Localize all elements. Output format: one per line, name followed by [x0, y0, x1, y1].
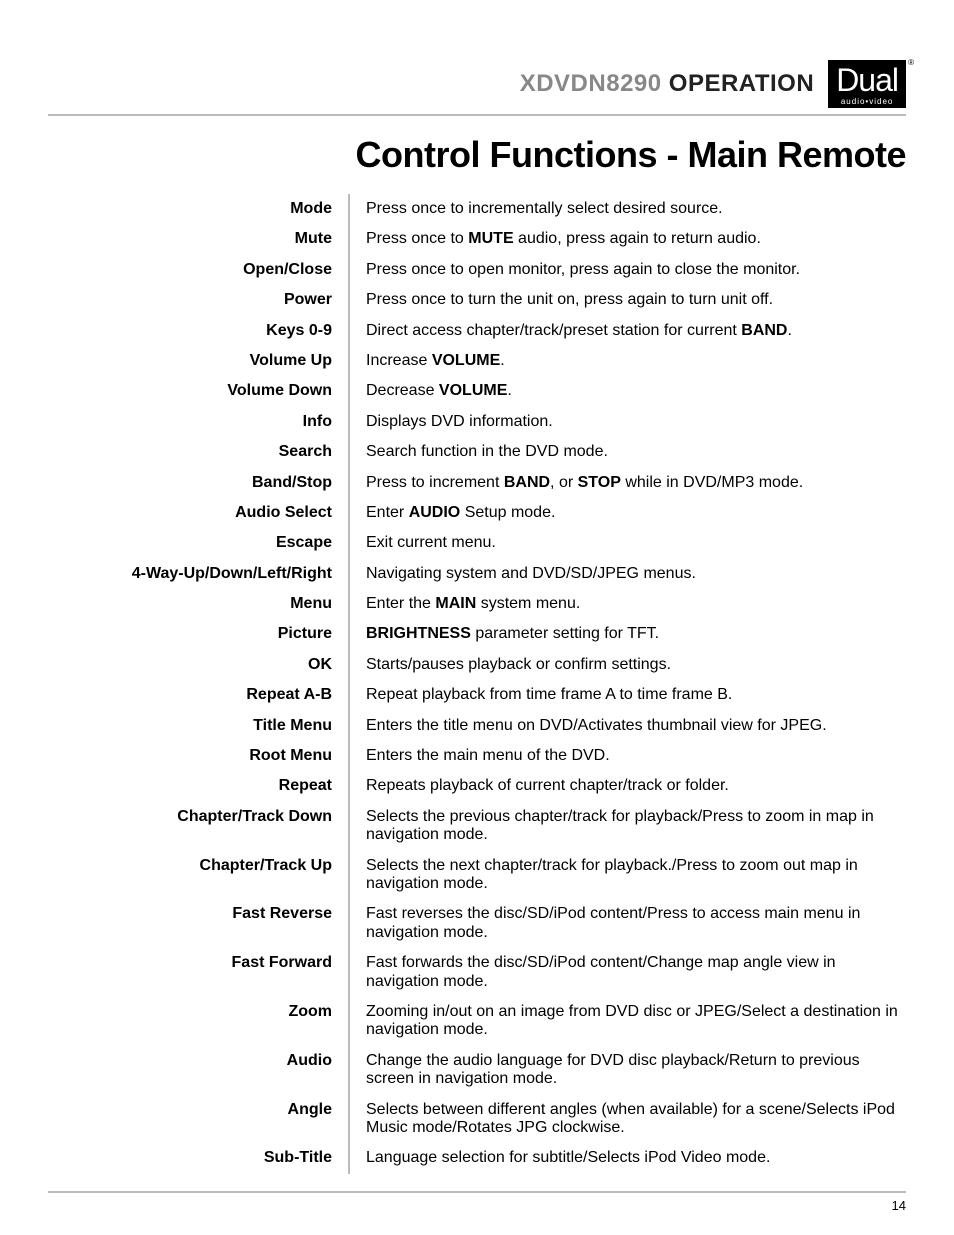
document-page: XDVDN8290 OPERATION Dual audio•video ® C… [0, 0, 954, 1235]
function-description: Search function in the DVD mode. [348, 437, 906, 467]
function-row: Chapter/Track DownSelects the previous c… [48, 802, 906, 851]
function-row: Root MenuEnters the main menu of the DVD… [48, 741, 906, 771]
header-title: XDVDN8290 OPERATION [520, 70, 814, 98]
function-description: Repeat playback from time frame A to tim… [348, 680, 906, 710]
function-label: Volume Up [48, 346, 348, 376]
function-description: Press to increment BAND, or STOP while i… [348, 468, 906, 498]
function-label: Volume Down [48, 376, 348, 406]
function-row: AngleSelects between different angles (w… [48, 1095, 906, 1144]
function-label: OK [48, 650, 348, 680]
function-label: Keys 0-9 [48, 316, 348, 346]
function-description: Selects the previous chapter/track for p… [348, 802, 906, 851]
page-number: 14 [892, 1198, 906, 1213]
header-divider [48, 114, 906, 116]
operation-label: OPERATION [669, 70, 814, 97]
function-label: Fast Reverse [48, 899, 348, 929]
function-label: Mute [48, 224, 348, 254]
function-row: EscapeExit current menu. [48, 528, 906, 558]
function-description: Exit current menu. [348, 528, 906, 558]
function-label: Sub-Title [48, 1143, 348, 1173]
function-label: 4-Way-Up/Down/Left/Right [48, 559, 348, 589]
function-description: Enters the main menu of the DVD. [348, 741, 906, 771]
function-label: Chapter/Track Up [48, 851, 348, 881]
footer-divider [48, 1191, 906, 1193]
function-row: InfoDisplays DVD information. [48, 407, 906, 437]
function-row: Repeat A-BRepeat playback from time fram… [48, 680, 906, 710]
function-description: Displays DVD information. [348, 407, 906, 437]
function-label: Open/Close [48, 255, 348, 285]
function-description: Selects the next chapter/track for playb… [348, 851, 906, 900]
function-description: Enter the MAIN system menu. [348, 589, 906, 619]
page-header: XDVDN8290 OPERATION Dual audio•video ® [48, 60, 906, 108]
function-row: Volume DownDecrease VOLUME. [48, 376, 906, 406]
function-description: Press once to incrementally select desir… [348, 194, 906, 224]
function-label: Search [48, 437, 348, 467]
function-row: Keys 0-9Direct access chapter/track/pres… [48, 316, 906, 346]
brand-logo: Dual audio•video ® [828, 60, 906, 108]
function-description: Increase VOLUME. [348, 346, 906, 376]
function-row: RepeatRepeats playback of current chapte… [48, 771, 906, 801]
function-row: MutePress once to MUTE audio, press agai… [48, 224, 906, 254]
function-label: Root Menu [48, 741, 348, 771]
function-description: Enters the title menu on DVD/Activates t… [348, 711, 906, 741]
function-label: Info [48, 407, 348, 437]
function-label: Zoom [48, 997, 348, 1027]
function-description: Repeats playback of current chapter/trac… [348, 771, 906, 801]
function-label: Angle [48, 1095, 348, 1125]
function-description: Starts/pauses playback or confirm settin… [348, 650, 906, 680]
function-row: Fast ReverseFast reverses the disc/SD/iP… [48, 899, 906, 948]
brand-logo-main: Dual [836, 64, 898, 96]
function-row: SearchSearch function in the DVD mode. [48, 437, 906, 467]
function-description: Zooming in/out on an image from DVD disc… [348, 997, 906, 1046]
function-description: Fast forwards the disc/SD/iPod content/C… [348, 948, 906, 997]
model-number: XDVDN8290 [520, 70, 662, 97]
function-description: Language selection for subtitle/Selects … [348, 1143, 906, 1173]
function-description: Direct access chapter/track/preset stati… [348, 316, 906, 346]
function-label: Escape [48, 528, 348, 558]
function-description: Fast reverses the disc/SD/iPod content/P… [348, 899, 906, 948]
function-row: PowerPress once to turn the unit on, pre… [48, 285, 906, 315]
function-label: Picture [48, 619, 348, 649]
function-label: Menu [48, 589, 348, 619]
function-row: Fast ForwardFast forwards the disc/SD/iP… [48, 948, 906, 997]
function-row: ZoomZooming in/out on an image from DVD … [48, 997, 906, 1046]
function-label: Repeat [48, 771, 348, 801]
function-description: Press once to turn the unit on, press ag… [348, 285, 906, 315]
function-description: Decrease VOLUME. [348, 376, 906, 406]
function-label: Band/Stop [48, 468, 348, 498]
brand-logo-box: Dual audio•video [828, 60, 906, 108]
function-label: Chapter/Track Down [48, 802, 348, 832]
function-label: Power [48, 285, 348, 315]
function-row: OKStarts/pauses playback or confirm sett… [48, 650, 906, 680]
function-description: Enter AUDIO Setup mode. [348, 498, 906, 528]
function-description: Press once to open monitor, press again … [348, 255, 906, 285]
function-row: Open/ClosePress once to open monitor, pr… [48, 255, 906, 285]
function-label: Fast Forward [48, 948, 348, 978]
registered-mark: ® [908, 58, 914, 67]
function-description: Change the audio language for DVD disc p… [348, 1046, 906, 1095]
function-row: Sub-TitleLanguage selection for subtitle… [48, 1143, 906, 1173]
function-row: PictureBRIGHTNESS parameter setting for … [48, 619, 906, 649]
function-label: Title Menu [48, 711, 348, 741]
function-row: Volume UpIncrease VOLUME. [48, 346, 906, 376]
function-label: Repeat A-B [48, 680, 348, 710]
section-title: Control Functions - Main Remote [48, 134, 906, 176]
function-row: Title MenuEnters the title menu on DVD/A… [48, 711, 906, 741]
function-row: MenuEnter the MAIN system menu. [48, 589, 906, 619]
functions-table: ModePress once to incrementally select d… [48, 194, 906, 1174]
function-row: ModePress once to incrementally select d… [48, 194, 906, 224]
function-description: Press once to MUTE audio, press again to… [348, 224, 906, 254]
function-description: Navigating system and DVD/SD/JPEG menus. [348, 559, 906, 589]
function-description: BRIGHTNESS parameter setting for TFT. [348, 619, 906, 649]
function-row: Audio SelectEnter AUDIO Setup mode. [48, 498, 906, 528]
function-label: Audio Select [48, 498, 348, 528]
function-row: 4-Way-Up/Down/Left/RightNavigating syste… [48, 559, 906, 589]
function-row: AudioChange the audio language for DVD d… [48, 1046, 906, 1095]
brand-logo-sub: audio•video [841, 98, 894, 106]
function-label: Mode [48, 194, 348, 224]
function-label: Audio [48, 1046, 348, 1076]
function-row: Band/StopPress to increment BAND, or STO… [48, 468, 906, 498]
function-row: Chapter/Track UpSelects the next chapter… [48, 851, 906, 900]
function-description: Selects between different angles (when a… [348, 1095, 906, 1144]
